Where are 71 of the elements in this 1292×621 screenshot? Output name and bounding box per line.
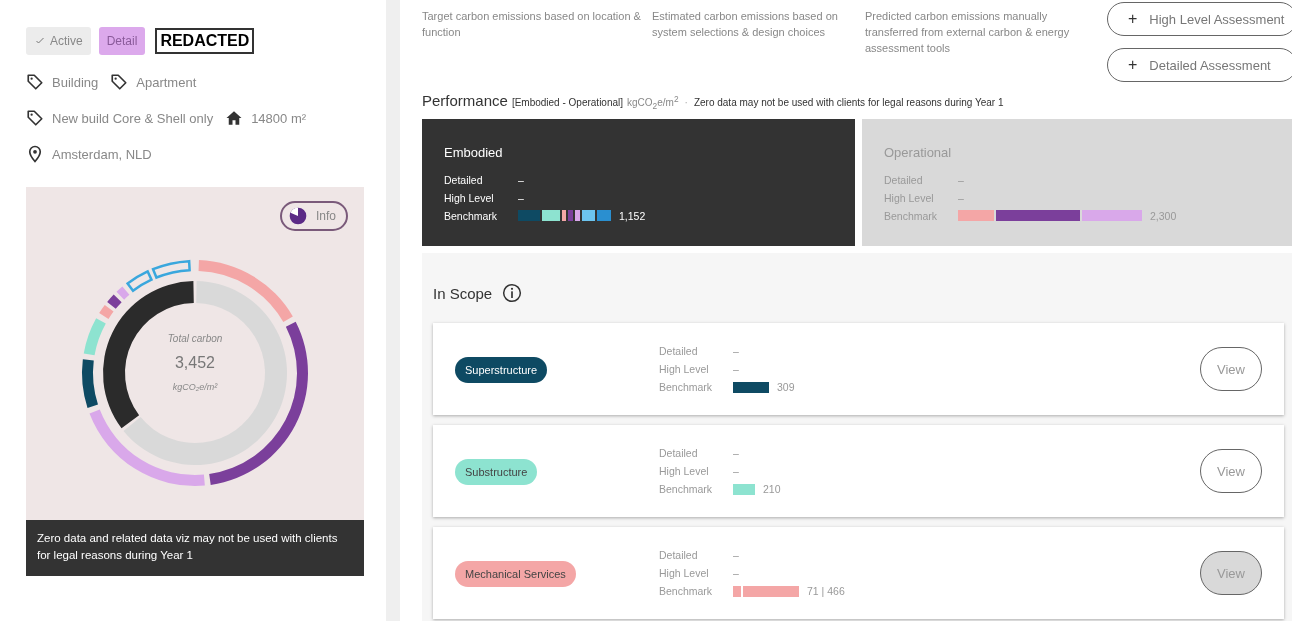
metric-label: High Level [659, 465, 710, 477]
metric-value: – [958, 173, 964, 186]
info-button[interactable]: Info [280, 201, 348, 231]
house-icon [225, 109, 244, 127]
section-title: In Scope [433, 284, 493, 302]
metric-label: Detailed [659, 345, 699, 357]
pie-icon [288, 206, 308, 226]
metric-value: – [733, 345, 739, 357]
unit-label: kgCO$_{2}$e/m$^{2}$ [627, 93, 679, 111]
metric-label: Detailed [444, 173, 484, 186]
benchmark-value: 309 [777, 381, 795, 393]
metric-value: – [518, 191, 524, 204]
metric-value: – [958, 191, 964, 204]
metric-label: High Level [659, 567, 710, 579]
view-button[interactable]: View [1200, 449, 1262, 493]
metric-value: – [733, 465, 739, 477]
category-tag: Substructure [455, 459, 538, 485]
tag-icon [110, 73, 129, 91]
metric-label: High Level [659, 363, 710, 375]
metric-value: – [733, 549, 739, 561]
redacted-label: REDACTED [155, 28, 255, 54]
donut-segment [116, 286, 130, 300]
tag-icon [26, 109, 44, 127]
info-icon [502, 283, 523, 303]
description-text: Predicted carbon emissions manually transferred from external carbon & energy assessment tools [865, 9, 1071, 56]
category-tag: Superstructure [455, 357, 548, 383]
add-assessment-button[interactable]: + Detailed Assessment [1107, 48, 1292, 82]
metric-label: Benchmark [659, 381, 714, 393]
benchmark-value: 2,300 [1150, 209, 1177, 222]
location-pin-icon [26, 145, 44, 163]
metric-label: Detailed [884, 173, 924, 186]
metric-label: High Level [444, 191, 495, 204]
benchmark-value: 1,152 [619, 209, 646, 222]
notice-text: Zero data and related data viz may not be used with clients for legal reasons during Year 1 [37, 532, 338, 561]
category-tag: Mechanical Services [455, 561, 576, 587]
metric-label: Benchmark [884, 209, 939, 222]
metric-label: Benchmark [659, 585, 714, 597]
metric-value: – [733, 567, 739, 579]
benchmark-value: 71 | 466 [807, 585, 845, 597]
metric-label: Benchmark [659, 483, 714, 495]
panel-title: Embodied [444, 145, 504, 160]
total-label: Total carbon [166, 333, 224, 344]
property-text: Apartment [136, 74, 197, 90]
separator-dot: · [684, 97, 688, 108]
metric-label: Benchmark [444, 209, 499, 222]
scope-label: [Embodied - Operational] [511, 97, 624, 108]
view-button[interactable]: View [1200, 347, 1262, 391]
metric-value: – [733, 447, 739, 459]
view-button[interactable]: View [1200, 551, 1262, 595]
filter-chip[interactable]: Active [26, 27, 91, 55]
metric-label: Detailed [659, 549, 699, 561]
metric-value: – [733, 363, 739, 375]
unit-label: kgCO₂e/m² [171, 382, 219, 392]
tag-icon [26, 73, 44, 91]
description-text: Estimated carbon emissions based on system selections & design choices [652, 9, 839, 40]
property-text: Building [52, 74, 99, 90]
section-title: Performance [422, 92, 508, 109]
add-assessment-button[interactable]: + High Level Assessment [1107, 2, 1292, 36]
panel-title: Operational [884, 145, 953, 160]
donut-segment [107, 294, 122, 309]
notice-text: Zero data may not be used with clients for legal reasons during Year 1 [693, 97, 1004, 108]
metric-value: – [518, 173, 524, 186]
metric-label: Detailed [659, 447, 699, 459]
description-text: Target carbon emissions based on location & function [422, 9, 642, 40]
filter-chip[interactable]: Detail [98, 27, 146, 55]
property-text: New build Core & Shell only [52, 110, 214, 126]
property-text: Amsterdam, NLD [52, 146, 152, 162]
total-value: 3,452 [173, 354, 216, 372]
metric-label: High Level [884, 191, 935, 204]
property-text: 14800 m² [251, 110, 307, 126]
benchmark-value: 210 [763, 483, 781, 495]
